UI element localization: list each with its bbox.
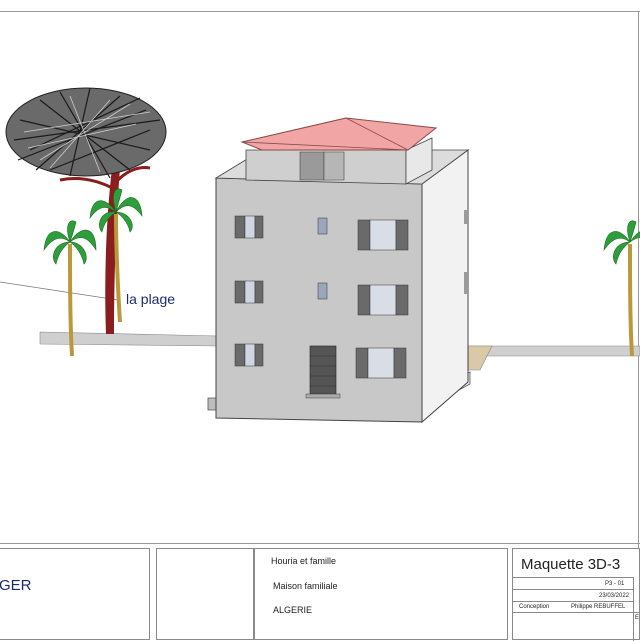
brand-cell: GER	[0, 548, 150, 640]
annotation-label: la plage	[126, 291, 176, 307]
client-name: Houria et famille	[271, 556, 337, 566]
sheet-info-cell: Maquette 3D-3 P3 - 01 23/03/2022 Concept…	[512, 548, 640, 641]
house-3d-model	[207, 117, 471, 424]
ground-path-right	[467, 345, 640, 371]
project-type: Maison familiale	[273, 581, 338, 591]
designer-name: Philippe REBUFFEL	[571, 604, 626, 610]
ground-path-left	[39, 331, 219, 347]
annotation-leader-line	[0, 281, 119, 301]
project-location: ALGERIE	[273, 605, 313, 615]
title-block-top-border	[0, 543, 640, 544]
designer-label: Conception	[519, 604, 550, 610]
project-info-cell: Houria et famille Maison familiale ALGER…	[254, 548, 508, 640]
sheet-title: Maquette 3D-3	[521, 556, 621, 573]
blank-cell	[156, 548, 254, 640]
model-3d-view	[0, 87, 640, 424]
sheet-date: 23/03/2022	[599, 593, 630, 599]
scale-label: E	[635, 615, 640, 621]
front-door	[305, 345, 341, 399]
sheet-number: P3 - 01	[605, 581, 625, 587]
brand-text: GER	[0, 577, 32, 594]
palm-tree-icon	[603, 220, 640, 356]
